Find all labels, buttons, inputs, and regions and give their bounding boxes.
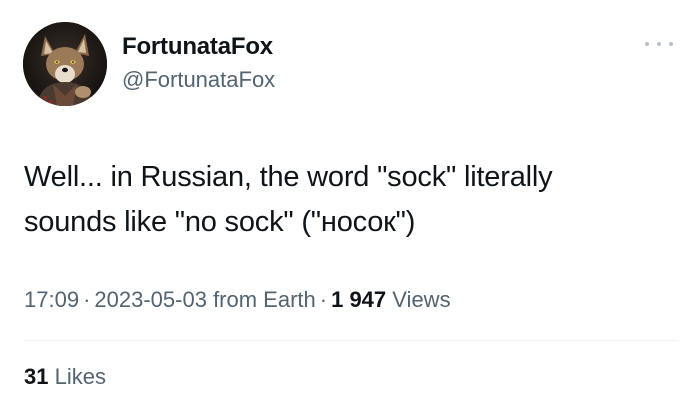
more-dot [669, 42, 673, 46]
tweet-source: from Earth [213, 287, 316, 312]
views-label[interactable]: Views [392, 287, 450, 312]
meta-separator: · [319, 287, 328, 312]
more-dot [645, 42, 649, 46]
avatar[interactable] [23, 22, 107, 106]
author-handle[interactable]: @FortunataFox [122, 67, 275, 93]
views-count[interactable]: 1 947 [331, 287, 386, 312]
likes-count: 31 [24, 364, 49, 389]
author-display-name[interactable]: FortunataFox [122, 33, 273, 61]
more-dot [657, 42, 661, 46]
meta-separator: · [83, 287, 91, 312]
fox-avatar-icon [23, 22, 107, 106]
tweet-time[interactable]: 17:09 [24, 287, 79, 312]
likes-link[interactable]: 31 Likes [24, 364, 106, 390]
tweet-text-line: Well... in Russian, the word "sock" lite… [24, 161, 553, 193]
tweet-card: FortunataFox @FortunataFox Well... in Ru… [0, 0, 700, 414]
tweet-meta: 17:09 · 2023-05-03 from Earth · 1 947 Views [24, 287, 451, 313]
tweet-text-line: sounds like "no sock" ("носок") [24, 206, 416, 238]
more-options-icon[interactable] [645, 34, 673, 54]
tweet-text: Well... in Russian, the word "sock" lite… [24, 155, 674, 245]
divider [24, 340, 678, 341]
likes-label: Likes [54, 364, 106, 389]
tweet-date[interactable]: 2023-05-03 [94, 287, 207, 312]
